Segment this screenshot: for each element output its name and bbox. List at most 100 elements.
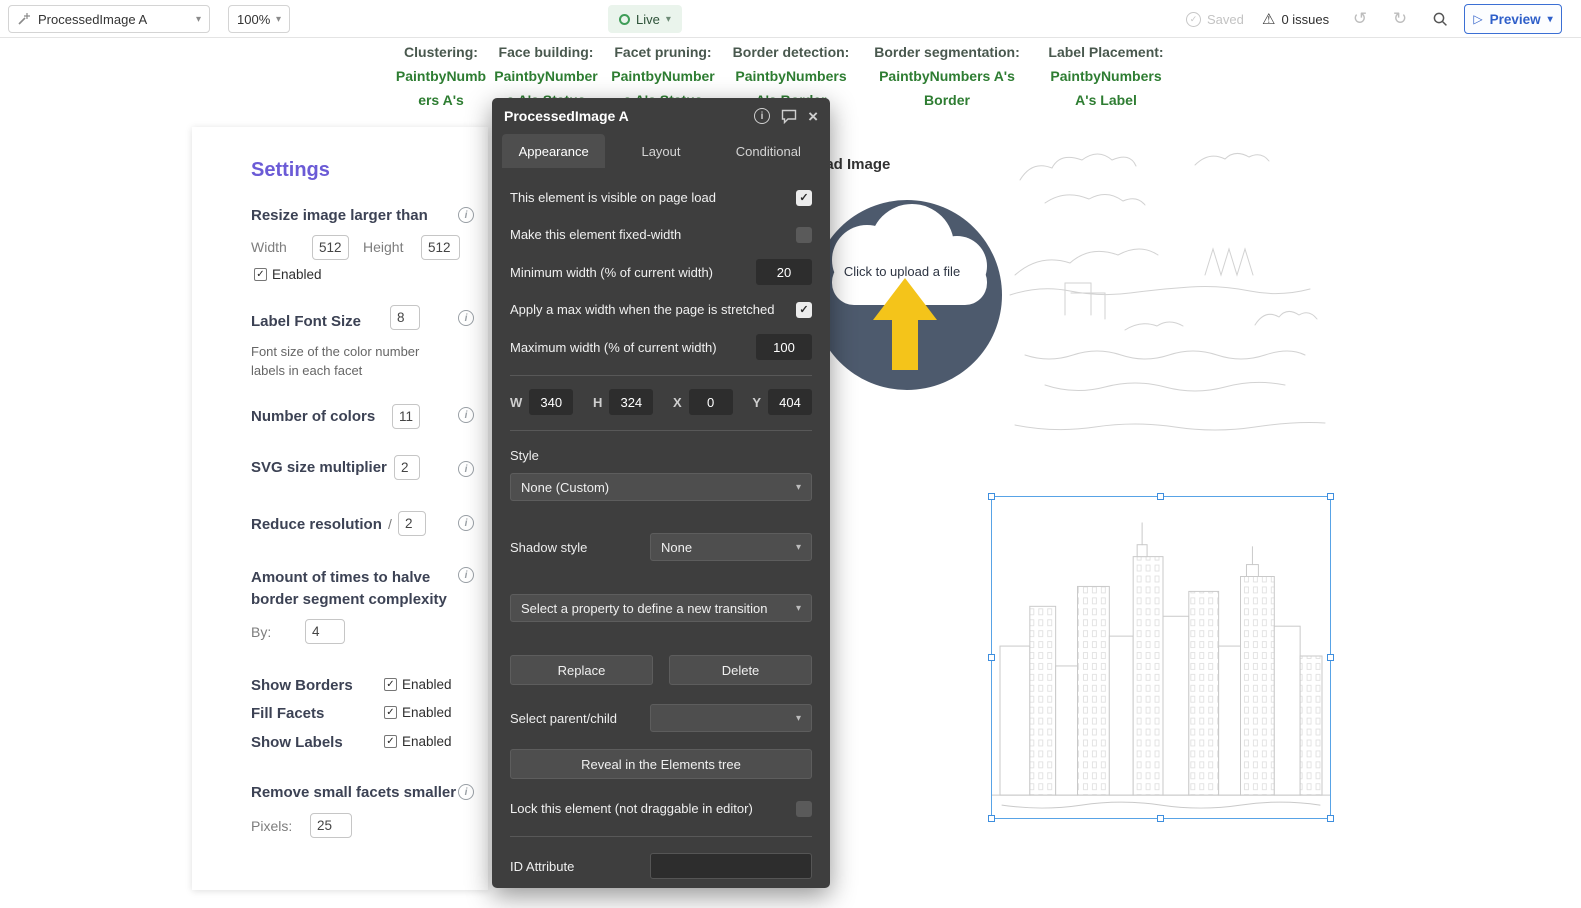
undo-icon: ↺ (1352, 9, 1368, 28)
min-width-label: Minimum width (% of current width) (510, 264, 713, 280)
fixed-width-checkbox[interactable] (796, 226, 812, 243)
min-width-value[interactable]: 20 (756, 259, 812, 285)
processed-image-landscape[interactable] (1005, 125, 1330, 455)
resize-handle-n[interactable] (1157, 493, 1164, 500)
halve-by-input[interactable] (305, 619, 345, 644)
tab-layout[interactable]: Layout (609, 134, 712, 168)
show-borders-enabled-label: Enabled (402, 677, 452, 692)
label-font-size-input[interactable] (390, 305, 420, 330)
issues-label: 0 issues (1281, 11, 1330, 27)
header-label: Border segmentation: (874, 44, 1020, 60)
dialog-info-icon[interactable]: i (754, 108, 771, 124)
chevron-down-icon: ▾ (665, 13, 671, 25)
dialog-tabs: Appearance Layout Conditional (492, 134, 830, 168)
undo-button[interactable]: ↺ (1348, 5, 1372, 33)
y-value[interactable]: 404 (767, 389, 812, 415)
visible-on-load-checkbox[interactable]: ✓ (796, 189, 812, 206)
fill-facets-checkbox[interactable]: ✓ (384, 706, 397, 719)
style-dropdown[interactable]: None (Custom) ▾ (510, 473, 812, 501)
processed-image-selected[interactable] (988, 493, 1334, 822)
resize-handle-e[interactable] (1327, 653, 1334, 661)
svg-multiplier-input[interactable] (394, 455, 420, 480)
h-value[interactable]: 324 (609, 389, 654, 415)
tab-appearance[interactable]: Appearance (502, 134, 606, 168)
label-font-size-help: Font size of the color number labels in … (251, 344, 420, 378)
resize-handle-se[interactable] (1327, 815, 1334, 822)
reveal-in-tree-button[interactable]: Reveal in the Elements tree (510, 749, 812, 779)
header-label: Facet pruning: (614, 44, 712, 60)
header-column-border-segmentation: Border segmentation: PaintbyNumbers A's … (868, 40, 1026, 112)
lock-element-checkbox[interactable] (796, 800, 812, 817)
parent-child-row: Select parent/child ▾ (510, 704, 812, 732)
property-editor-dialog: ProcessedImage A i × Appearance Layout C… (492, 98, 830, 888)
upload-file-widget[interactable] (812, 200, 1002, 390)
number-of-colors-input[interactable] (392, 404, 420, 429)
remove-small-facets-info-icon[interactable]: i (458, 784, 474, 800)
svg-multiplier-info-icon[interactable]: i (458, 461, 474, 477)
divider (510, 375, 812, 376)
element-selector-label: ProcessedImage A (38, 11, 148, 27)
max-width-toggle-label: Apply a max width when the page is stret… (510, 302, 775, 317)
max-width-label: Maximum width (% of current width) (510, 339, 717, 355)
issues-indicator[interactable]: ⚠ 0 issues (1262, 5, 1329, 33)
chevron-down-icon: ▾ (795, 541, 801, 553)
live-version-dropdown[interactable]: Live ▾ (608, 5, 682, 33)
show-labels-checkbox[interactable]: ✓ (384, 735, 397, 748)
show-labels-toggle: ✓ Enabled (384, 734, 452, 749)
live-status-icon (619, 13, 631, 25)
visible-on-load-label: This element is visible on page load (510, 190, 716, 205)
editor-toolbar: ProcessedImage A ▾ 100% ▾ Live ▾ ✓ Saved… (0, 0, 1581, 38)
tab-conditional[interactable]: Conditional (717, 134, 820, 168)
header-column-clustering: Clustering: PaintbyNumbers A's (395, 40, 487, 112)
resize-handle-s[interactable] (1157, 815, 1164, 822)
shadow-style-dropdown[interactable]: None ▾ (650, 533, 812, 561)
preview-button[interactable]: ▷ Preview ▾ (1464, 4, 1562, 34)
dialog-titlebar[interactable]: ProcessedImage A i × (492, 98, 830, 134)
style-dropdown-value: None (Custom) (521, 479, 610, 495)
pixels-input[interactable] (310, 813, 352, 838)
search-button[interactable] (1428, 5, 1452, 33)
element-selector-dropdown[interactable]: ProcessedImage A ▾ (8, 5, 210, 33)
reduce-resolution-info-icon[interactable]: i (458, 515, 474, 531)
resize-handle-ne[interactable] (1327, 493, 1334, 500)
reduce-resolution-input[interactable] (398, 511, 426, 536)
resize-handle-w[interactable] (988, 653, 995, 661)
settings-panel: Settings Resize image larger than i Widt… (192, 127, 488, 890)
saved-label: Saved (1207, 11, 1244, 27)
delete-button[interactable]: Delete (669, 655, 812, 685)
show-borders-checkbox[interactable]: ✓ (384, 678, 397, 691)
w-label: W (510, 394, 523, 410)
transition-placeholder: Select a property to define a new transi… (521, 600, 768, 616)
resize-handle-sw[interactable] (988, 815, 995, 822)
height-input[interactable] (421, 235, 460, 260)
max-width-value[interactable]: 100 (756, 334, 812, 360)
chevron-down-icon: ▾ (795, 481, 801, 493)
label-font-size-label: Label Font Size (251, 313, 362, 330)
resize-handle-nw[interactable] (988, 493, 995, 500)
zoom-dropdown[interactable]: 100% ▾ (228, 5, 290, 33)
chevron-down-icon: ▾ (795, 712, 801, 724)
replace-button[interactable]: Replace (510, 655, 653, 685)
resize-enabled-checkbox[interactable]: ✓ (254, 268, 267, 281)
label-font-size-info-icon[interactable]: i (458, 310, 474, 326)
number-of-colors-label: Number of colors (251, 408, 376, 425)
fill-facets-toggle: ✓ Enabled (384, 705, 452, 720)
comment-icon[interactable] (781, 109, 797, 124)
max-width-checkbox[interactable]: ✓ (796, 301, 812, 318)
close-icon[interactable]: × (808, 108, 818, 125)
fill-facets-enabled-label: Enabled (402, 705, 452, 720)
width-input[interactable] (312, 235, 349, 260)
divider (510, 430, 812, 431)
transition-dropdown[interactable]: Select a property to define a new transi… (510, 594, 812, 622)
resize-info-icon[interactable]: i (458, 207, 474, 223)
live-label: Live (636, 11, 660, 27)
w-value[interactable]: 340 (529, 389, 574, 415)
x-value[interactable]: 0 (688, 389, 733, 415)
parent-child-dropdown[interactable]: ▾ (650, 704, 812, 732)
fill-facets-label: Fill Facets (251, 705, 325, 722)
pixels-label: Pixels: (251, 818, 293, 834)
redo-button[interactable]: ↻ (1388, 5, 1412, 33)
halve-complexity-info-icon[interactable]: i (458, 567, 474, 583)
id-attribute-input[interactable] (650, 853, 812, 879)
number-of-colors-info-icon[interactable]: i (458, 407, 474, 423)
